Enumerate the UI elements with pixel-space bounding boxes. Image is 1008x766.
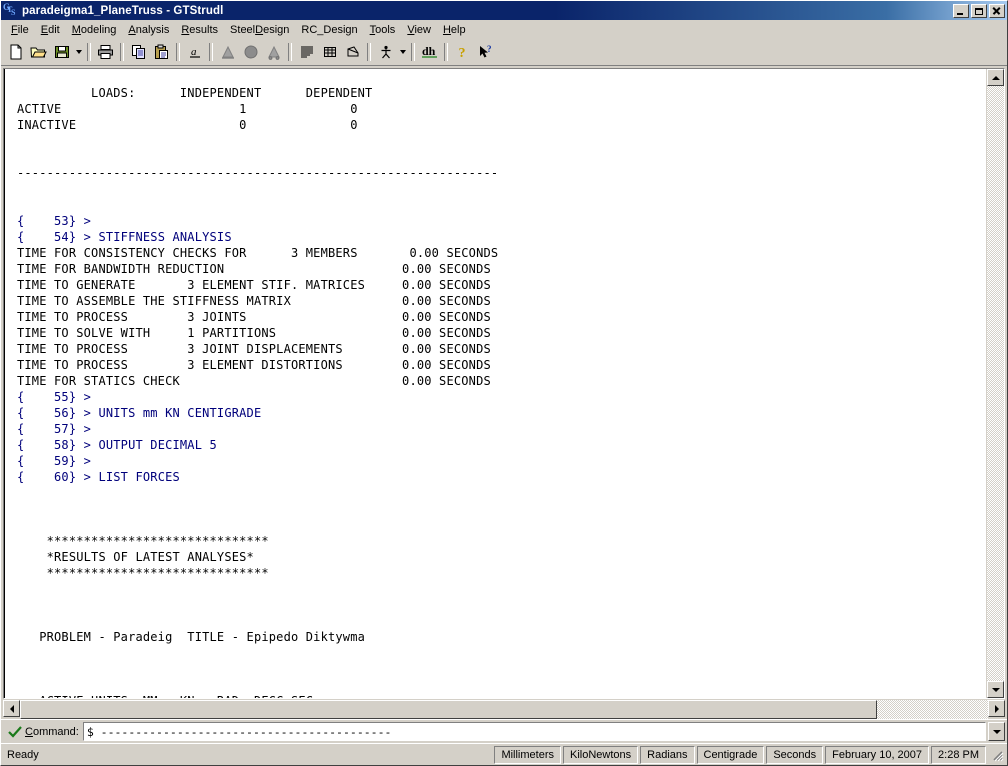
svg-text:?: ? — [487, 44, 492, 54]
circle-icon[interactable] — [239, 41, 262, 63]
menu-item-steeldesign[interactable]: SteelDesign — [224, 22, 295, 38]
command-history-dropdown-button[interactable] — [988, 722, 1005, 741]
status-panel-clock: 2:28 PM — [931, 745, 986, 764]
list-lines-icon[interactable] — [295, 41, 318, 63]
horizontal-scroll-thumb[interactable] — [20, 700, 877, 719]
save-dropdown-arrow-icon[interactable] — [73, 41, 84, 63]
menu-bar: File Edit Modeling Analysis Results Stee… — [1, 20, 1007, 39]
svg-text:?: ? — [458, 46, 465, 60]
maximize-button[interactable] — [971, 3, 987, 18]
menu-item-results[interactable]: Results — [175, 22, 224, 38]
menu-item-rc-design[interactable]: RC_Design — [295, 22, 363, 38]
status-panel-date: February 10, 2007 — [825, 745, 930, 764]
horizontal-scrollbar[interactable] — [3, 700, 1005, 719]
chevron-down-icon — [992, 729, 1001, 734]
toolbar-separator — [176, 43, 180, 61]
status-bar: Ready Millimeters KiloNewtons Radians Ce… — [1, 743, 1007, 765]
menu-item-help[interactable]: Help — [437, 22, 472, 38]
person-dropdown-arrow-icon[interactable] — [397, 41, 408, 63]
status-panel-time-units: Seconds — [766, 745, 824, 764]
support-left-icon[interactable] — [216, 41, 239, 63]
svg-text:dh: dh — [422, 44, 436, 58]
dh-icon[interactable]: dh — [418, 41, 441, 63]
copy-icon[interactable] — [127, 41, 150, 63]
toolbar-separator — [411, 43, 415, 61]
application-window: GTS paradeigma1_PlaneTruss - GTStrudl Fi… — [0, 0, 1008, 766]
horizontal-scroll-track[interactable] — [20, 700, 988, 719]
gts-logo-icon: GTS — [3, 2, 16, 17]
scroll-right-button[interactable] — [988, 700, 1005, 717]
close-button[interactable] — [989, 3, 1005, 18]
diagram-icon[interactable] — [341, 41, 364, 63]
status-panel-temperature-units: Centigrade — [696, 745, 765, 764]
command-input-wrapper[interactable] — [82, 722, 986, 741]
menu-item-view[interactable]: View — [401, 22, 437, 38]
command-input[interactable] — [83, 724, 985, 739]
console-text: LOADS: INDEPENDENT DEPENDENT ACTIVE 1 0 … — [17, 86, 499, 698]
menu-item-edit[interactable]: Edit — [35, 22, 66, 38]
status-panel-force-units: KiloNewtons — [563, 745, 639, 764]
paste-icon[interactable] — [150, 41, 173, 63]
menu-item-analysis[interactable]: Analysis — [122, 22, 175, 38]
toolbar-separator — [367, 43, 371, 61]
print-icon[interactable] — [94, 41, 117, 63]
scroll-up-button[interactable] — [987, 69, 1004, 86]
font-icon[interactable]: a — [183, 41, 206, 63]
title-bar: GTS paradeigma1_PlaneTruss - GTStrudl — [1, 1, 1007, 20]
console-frame: LOADS: INDEPENDENT DEPENDENT ACTIVE 1 0 … — [3, 68, 1005, 699]
vertical-scroll-track[interactable] — [987, 86, 1004, 681]
green-check-icon[interactable] — [7, 725, 23, 739]
vertical-scrollbar[interactable] — [986, 69, 1004, 698]
svg-text:a: a — [191, 46, 197, 58]
menu-item-file[interactable]: File — [5, 22, 35, 38]
resize-grip-icon[interactable] — [989, 747, 1004, 762]
status-ready-text: Ready — [7, 748, 39, 761]
minimize-button[interactable] — [953, 3, 969, 18]
support-right-icon[interactable] — [262, 41, 285, 63]
help-pointer-icon[interactable]: ? — [474, 41, 497, 63]
toolbar-separator — [120, 43, 124, 61]
person-icon[interactable] — [374, 41, 397, 63]
menu-item-tools[interactable]: Tools — [364, 22, 402, 38]
scroll-left-button[interactable] — [3, 700, 20, 717]
table-grid-icon[interactable] — [318, 41, 341, 63]
scroll-down-button[interactable] — [987, 681, 1004, 698]
menu-item-modeling[interactable]: Modeling — [66, 22, 123, 38]
toolbar: a dh ? ? — [1, 39, 1007, 66]
command-bar: Command: — [1, 719, 1007, 743]
status-panel-length-units: Millimeters — [494, 745, 561, 764]
toolbar-separator — [209, 43, 213, 61]
command-label: Command: — [25, 725, 79, 738]
toolbar-separator — [444, 43, 448, 61]
window-controls — [953, 3, 1005, 18]
new-icon[interactable] — [4, 41, 27, 63]
toolbar-separator — [87, 43, 91, 61]
window-title: paradeigma1_PlaneTruss - GTStrudl — [22, 4, 224, 17]
client-area: LOADS: INDEPENDENT DEPENDENT ACTIVE 1 0 … — [1, 66, 1007, 719]
status-panel-angle-units: Radians — [640, 745, 695, 764]
console-output-pane[interactable]: LOADS: INDEPENDENT DEPENDENT ACTIVE 1 0 … — [4, 69, 986, 698]
help-question-icon[interactable]: ? — [451, 41, 474, 63]
save-disk-icon[interactable] — [50, 41, 73, 63]
toolbar-separator — [288, 43, 292, 61]
open-folder-icon[interactable] — [27, 41, 50, 63]
